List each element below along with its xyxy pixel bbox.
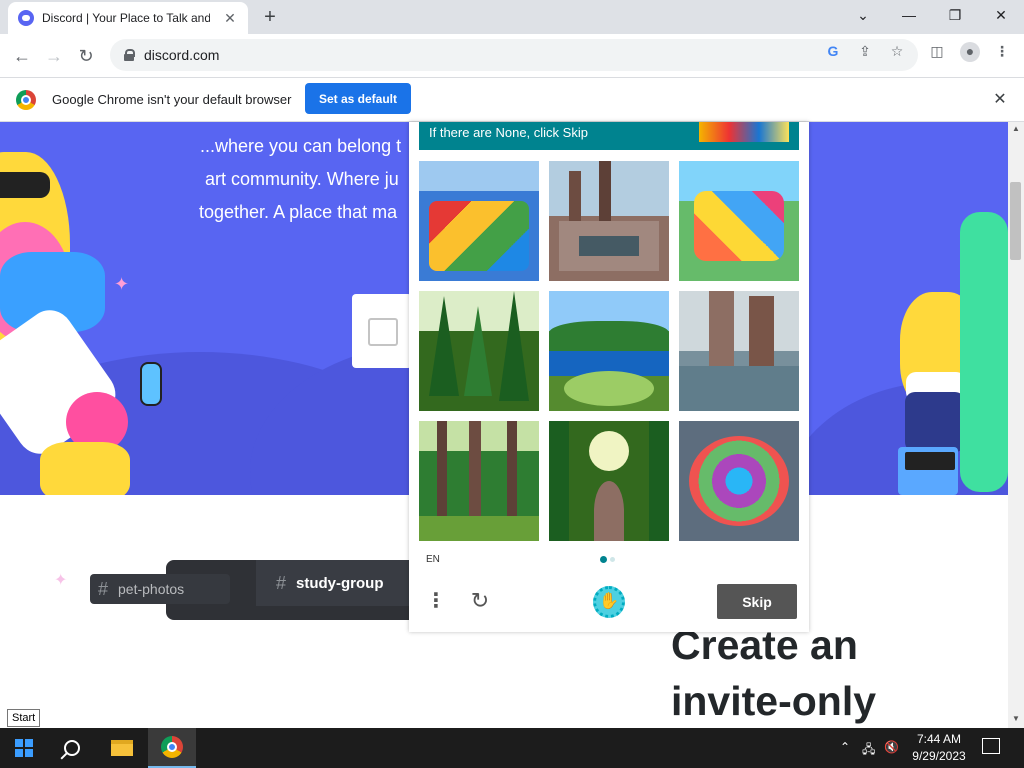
captcha-tile-amusement-park[interactable] xyxy=(679,421,799,541)
reload-icon[interactable]: ↻ xyxy=(74,44,98,68)
forward-arrow-icon[interactable]: → xyxy=(42,44,66,68)
windows-taskbar: ⌃ 🖧 🔇 7:44 AM 9/29/2023 xyxy=(0,728,1024,768)
tab-strip: Discord | Your Place to Talk and Hang Ou… xyxy=(0,0,1024,34)
hero-text-line3: together. A place that ma xyxy=(199,202,398,222)
browser-tab[interactable]: Discord | Your Place to Talk and Hang Ou… xyxy=(8,2,248,34)
skip-button[interactable]: Skip xyxy=(717,584,797,619)
system-clock[interactable]: 7:44 AM 9/29/2023 xyxy=(906,731,972,765)
hero-text-line2: art community. Where ju xyxy=(205,169,399,189)
illustration-sunglasses xyxy=(0,172,50,198)
share-icon[interactable]: ⇪ xyxy=(856,42,874,60)
back-arrow-icon[interactable]: ← xyxy=(10,44,34,68)
infobar-message: Google Chrome isn't your default browser xyxy=(52,92,292,107)
network-icon[interactable]: 🖧 xyxy=(862,740,875,761)
address-bar[interactable]: discord.com xyxy=(110,39,918,71)
hero-text-line1: ...where you can belong t xyxy=(200,136,402,156)
windows-logo-icon xyxy=(15,739,33,757)
bookmark-star-icon[interactable]: ☆ xyxy=(888,42,906,60)
tab-search-icon[interactable]: ⌄ xyxy=(840,0,886,30)
captcha-refresh-icon[interactable]: ↻ xyxy=(467,588,493,614)
search-icon xyxy=(64,740,80,756)
chrome-logo-icon xyxy=(16,90,36,110)
language-selector[interactable]: EN xyxy=(426,554,440,565)
profile-avatar-icon[interactable]: ● xyxy=(960,42,980,62)
captcha-instruction-banner: If there are None, click Skip xyxy=(419,122,799,150)
url-text: discord.com xyxy=(144,47,220,63)
page-indicator xyxy=(610,557,615,562)
clock-date: 9/29/2023 xyxy=(912,749,966,763)
scroll-down-arrow-icon[interactable]: ▼ xyxy=(1008,712,1024,726)
clock-time: 7:44 AM xyxy=(916,732,962,746)
captcha-tile-pine-forest[interactable] xyxy=(419,291,539,411)
search-button[interactable] xyxy=(48,728,96,768)
start-button[interactable] xyxy=(0,728,48,768)
hcaptcha-challenge: If there are None, click Skip EN ⋮ ↻ ✋ S… xyxy=(409,122,809,632)
restore-button[interactable]: ❐ xyxy=(932,0,978,30)
page-indicator-active xyxy=(600,556,607,563)
hash-icon: # xyxy=(98,578,109,599)
channel-pet-photos: # pet-photos xyxy=(90,574,230,604)
tray-chevron-up-icon[interactable]: ⌃ xyxy=(840,740,850,754)
menu-kebab-icon[interactable]: ⋮ xyxy=(993,42,1011,60)
channel-name: study-group xyxy=(296,574,384,592)
captcha-instruction: If there are None, click Skip xyxy=(429,125,588,140)
notification-center-icon[interactable] xyxy=(982,738,1000,754)
hcaptcha-logo-icon: ✋ xyxy=(593,586,625,618)
lock-icon[interactable] xyxy=(124,49,135,61)
file-explorer-button[interactable] xyxy=(98,728,146,768)
captcha-tile-forest-path[interactable] xyxy=(549,421,669,541)
section-heading-line2: invite-only xyxy=(671,678,877,724)
scrollbar-thumb[interactable] xyxy=(1010,182,1021,260)
captcha-example-image xyxy=(699,122,789,142)
new-tab-button[interactable]: + xyxy=(258,6,282,30)
hash-icon: # xyxy=(276,572,287,593)
hero-captcha-widget xyxy=(352,294,412,368)
discord-favicon-icon xyxy=(18,10,34,26)
folder-icon xyxy=(111,740,133,756)
illustration-green-character xyxy=(960,212,1008,492)
illustration-lantern xyxy=(140,362,162,406)
sparkle-icon: ✦ xyxy=(114,274,130,294)
volume-muted-icon[interactable]: 🔇 xyxy=(884,740,899,754)
infobar-close-icon[interactable]: ✕ xyxy=(990,90,1010,110)
chrome-icon xyxy=(161,736,183,758)
browser-toolbar: ← → ↻ discord.com G ⇪ ☆ ◫ ● ⋮ xyxy=(0,34,1024,78)
captcha-tile-factory[interactable] xyxy=(679,291,799,411)
default-browser-infobar: Google Chrome isn't your default browser… xyxy=(0,78,1024,122)
captcha-tile-amusement-park[interactable] xyxy=(679,161,799,281)
captcha-tile-redwood-forest[interactable] xyxy=(419,421,539,541)
captcha-tile-amusement-park[interactable] xyxy=(419,161,539,281)
illustration-yellow-body xyxy=(40,442,130,495)
illustration-screen xyxy=(905,452,955,470)
captcha-menu-icon[interactable]: ⋮ xyxy=(426,588,446,614)
side-panel-icon[interactable]: ◫ xyxy=(928,42,946,60)
minimize-button[interactable]: — xyxy=(886,0,932,30)
captcha-tile-lake-landscape[interactable] xyxy=(549,291,669,411)
google-icon[interactable]: G xyxy=(824,42,842,60)
captcha-tile-factory[interactable] xyxy=(549,161,669,281)
start-tooltip: Start xyxy=(7,709,41,727)
sparkle-icon: ✦ xyxy=(54,572,68,589)
illustration-shirt xyxy=(905,392,965,452)
set-as-default-button[interactable]: Set as default xyxy=(305,83,411,114)
captcha-checkbox[interactable] xyxy=(368,318,398,346)
channel-name: pet-photos xyxy=(118,581,185,597)
chrome-taskbar-button[interactable] xyxy=(148,728,196,768)
scroll-up-arrow-icon[interactable]: ▲ xyxy=(1008,122,1024,136)
tab-title: Discord | Your Place to Talk and Hang Ou… xyxy=(42,11,210,25)
close-window-button[interactable]: ✕ xyxy=(978,0,1024,30)
tab-close-icon[interactable]: ✕ xyxy=(222,10,238,27)
